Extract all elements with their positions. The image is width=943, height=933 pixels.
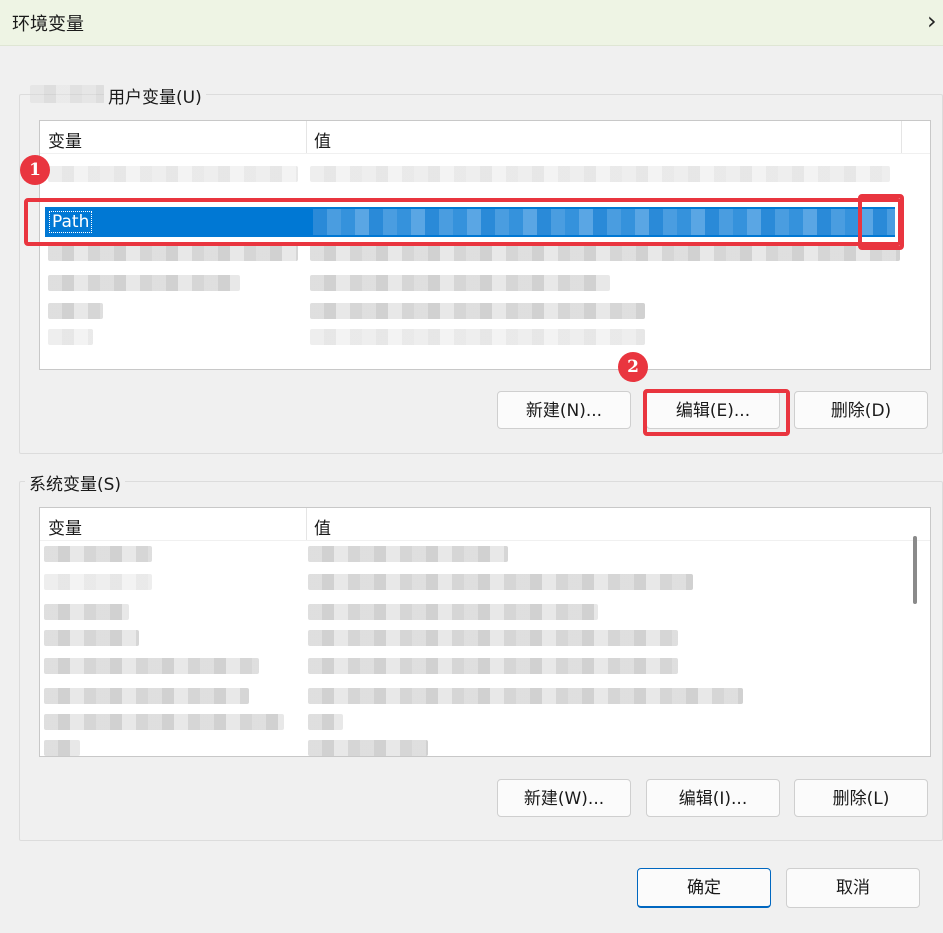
system-variables-list[interactable]: 变量 值 [39,507,931,757]
user-edit-button[interactable]: 编辑(E)... [646,391,780,429]
system-variables-label: 系统变量(S) [25,470,126,495]
user-variables-label: 用户变量(U) [104,83,206,108]
list-header: 变量 值 [40,508,930,541]
column-variable[interactable]: 变量 [48,514,82,539]
table-row[interactable] [48,275,240,291]
table-row[interactable] [44,688,249,704]
table-row[interactable] [310,303,645,319]
user-new-button[interactable]: 新建(N)... [497,391,631,429]
system-new-button[interactable]: 新建(W)... [497,779,631,817]
table-row[interactable] [308,688,743,704]
table-row[interactable] [44,604,129,620]
column-value[interactable]: 值 [314,127,331,152]
table-row-selected[interactable]: Path [45,207,895,237]
table-row[interactable] [48,166,298,182]
table-row[interactable] [44,658,259,674]
close-icon[interactable]: › [927,8,943,34]
redacted-value [313,209,895,235]
table-row[interactable] [310,275,610,291]
table-row[interactable] [308,574,693,590]
table-row[interactable] [48,329,93,345]
title-bar: 环境变量 › [0,0,943,46]
system-delete-button[interactable]: 删除(L) [794,779,928,817]
scrollbar-thumb[interactable] [913,536,917,604]
table-row[interactable] [308,658,678,674]
cancel-button[interactable]: 取消 [786,868,920,908]
annotation-badge-1: 1 [20,155,50,185]
column-divider [901,121,902,153]
table-row[interactable] [48,245,298,261]
table-row[interactable] [308,546,508,562]
table-row[interactable] [44,714,284,730]
variable-name: Path [49,211,93,233]
table-row[interactable] [44,546,152,562]
table-row[interactable] [310,329,645,345]
table-row[interactable] [308,714,343,730]
table-row[interactable] [310,245,900,261]
window-title: 环境变量 [12,14,84,35]
redacted-text [30,85,105,103]
list-header: 变量 值 [40,121,930,154]
column-variable[interactable]: 变量 [48,127,82,152]
table-row[interactable] [44,574,152,590]
table-row[interactable] [308,740,428,756]
column-divider [306,508,307,540]
table-row[interactable] [308,604,598,620]
user-delete-button[interactable]: 删除(D) [794,391,928,429]
system-edit-button[interactable]: 编辑(I)... [646,779,780,817]
table-row[interactable] [44,630,139,646]
ok-button[interactable]: 确定 [637,868,771,908]
column-value[interactable]: 值 [314,514,331,539]
table-row[interactable] [44,740,80,756]
table-row[interactable] [310,166,890,182]
user-variables-list[interactable]: 变量 值 Path [39,120,931,370]
table-row[interactable] [308,630,678,646]
table-row[interactable] [48,303,103,319]
column-divider [306,121,307,153]
annotation-badge-2: 2 [618,352,648,382]
